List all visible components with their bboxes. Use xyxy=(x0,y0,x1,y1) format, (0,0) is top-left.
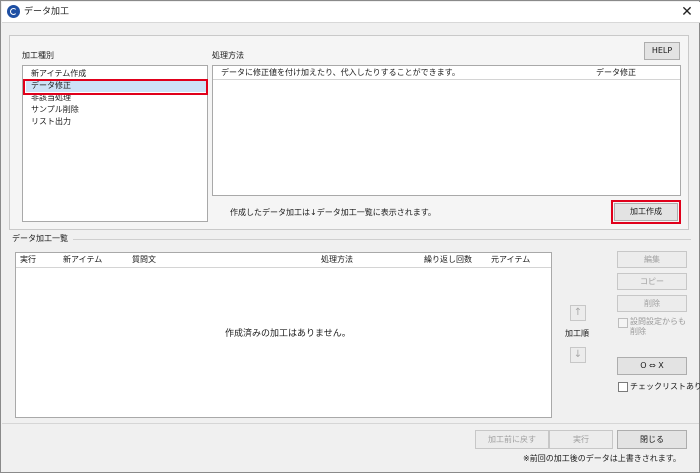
method-description: データに修正値を付け加えたり、代入したりすることができます。 xyxy=(221,68,460,77)
process-list-header: 実行 新アイテム 質問文 処理方法 繰り返し回数 元アイテム xyxy=(16,253,551,268)
order-label: 加工順 xyxy=(565,329,589,338)
window-title: データ加工 xyxy=(24,7,70,17)
move-up-button[interactable]: ↑ xyxy=(570,305,586,321)
copy-button[interactable]: コピー xyxy=(617,273,687,290)
edit-button[interactable]: 編集 xyxy=(617,251,687,268)
footer-divider xyxy=(2,423,699,424)
app-logo-icon xyxy=(7,5,20,18)
col-header-method[interactable]: 処理方法 xyxy=(321,255,353,265)
method-header-row: データに修正値を付け加えたり、代入したりすることができます。 データ修正 xyxy=(213,66,680,80)
type-item-list-output[interactable]: リスト出力 xyxy=(26,116,206,128)
col-header-execute[interactable]: 実行 xyxy=(20,255,36,265)
move-down-button[interactable]: ↓ xyxy=(570,347,586,363)
delete-from-settings-checkbox[interactable] xyxy=(618,318,628,328)
delete-from-settings-label-line2: 削除 xyxy=(630,327,646,336)
method-name: データ修正 xyxy=(596,68,636,77)
overwrite-note: ※前回の加工後のデータは上書きされます。 xyxy=(523,454,681,463)
empty-list-message: 作成済みの加工はありません。 xyxy=(225,329,351,339)
processing-method-label: 処理方法 xyxy=(212,51,244,60)
checklist-label: チェックリストあり xyxy=(630,382,700,391)
type-item-sample-delete[interactable]: サンプル削除 xyxy=(26,104,206,116)
selection-highlight-frame xyxy=(23,79,208,95)
process-list-table[interactable]: 実行 新アイテム 質問文 処理方法 繰り返し回数 元アイテム 作成済みの加工はあ… xyxy=(15,252,552,418)
processing-method-panel: データに修正値を付け加えたり、代入したりすることができます。 データ修正 xyxy=(212,65,681,196)
close-icon[interactable]: ✕ xyxy=(677,4,697,20)
process-list-title: データ加工一覧 xyxy=(12,234,68,243)
checklist-checkbox[interactable] xyxy=(618,382,628,392)
section-divider xyxy=(73,239,691,240)
undo-process-button[interactable]: 加工前に戻す xyxy=(475,430,549,449)
processing-type-label: 加工種別 xyxy=(22,51,54,60)
delete-from-settings-label-line1: 設問設定からも xyxy=(630,317,686,326)
arrow-down-icon: ↓ xyxy=(573,349,583,360)
col-header-question[interactable]: 質問文 xyxy=(132,255,156,265)
create-button-highlight-frame xyxy=(611,200,681,224)
processing-groupbox: 加工種別 処理方法 HELP 新アイテム作成 データ修正 非該当処理 サンプル削… xyxy=(9,35,689,230)
ox-toggle-button[interactable]: O ⇔ X xyxy=(617,357,687,375)
delete-button[interactable]: 削除 xyxy=(617,295,687,312)
title-bar: データ加工 ✕ xyxy=(2,2,700,23)
close-button[interactable]: 閉じる xyxy=(617,430,687,449)
execute-button[interactable]: 実行 xyxy=(549,430,613,449)
col-header-source-item[interactable]: 元アイテム xyxy=(491,255,530,265)
col-header-repeat-count[interactable]: 繰り返し回数 xyxy=(424,255,472,265)
arrow-up-icon: ↑ xyxy=(573,307,583,318)
create-hint-text: 作成したデータ加工は↓データ加工一覧に表示されます。 xyxy=(230,208,436,217)
dialog-window: データ加工 ✕ 加工種別 処理方法 HELP 新アイテム作成 データ修正 非該当… xyxy=(0,0,700,473)
col-header-new-item[interactable]: 新アイテム xyxy=(63,255,102,265)
help-button[interactable]: HELP xyxy=(644,42,680,60)
